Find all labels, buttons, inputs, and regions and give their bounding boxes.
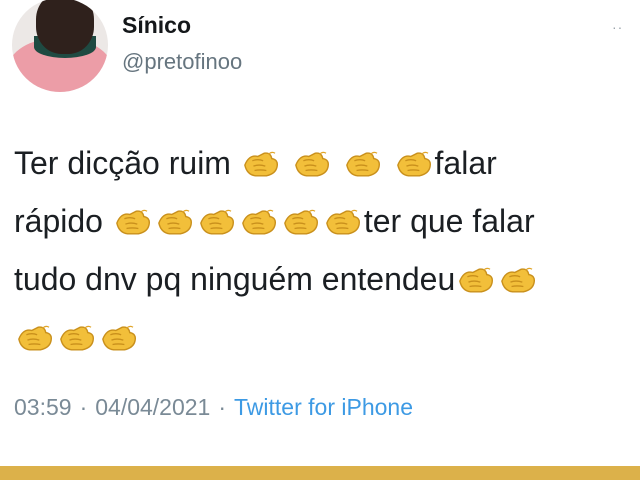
clapping-hands-icon	[114, 208, 152, 236]
clapping-hands-icon	[240, 208, 278, 236]
clapping-hands-icon	[344, 150, 382, 178]
clapping-hands-icon	[198, 208, 236, 236]
clapping-hands-icon	[58, 324, 96, 352]
more-options-icon[interactable]: ··	[612, 20, 636, 34]
clapping-hands-icon	[100, 324, 138, 352]
tweet-text: Ter dicção ruim falar rápido ter que fal…	[14, 134, 630, 366]
clapping-hands-icon	[457, 266, 495, 294]
clapping-hands-icon	[499, 266, 537, 294]
tweet-line-4	[14, 308, 630, 366]
clapping-hands-icon	[324, 208, 362, 236]
user-handle[interactable]: @pretofinoo	[122, 49, 242, 75]
avatar[interactable]	[12, 0, 108, 92]
tweet-text-segment: falar	[434, 145, 497, 181]
tweet-card: Sínico @pretofinoo ·· Ter dicção ruim fa…	[0, 0, 640, 480]
clapping-hands-icon	[16, 324, 54, 352]
tweet-date[interactable]: 04/04/2021	[95, 394, 210, 420]
meta-separator: ·	[79, 394, 88, 420]
meta-separator: ·	[218, 394, 227, 420]
tweet-metadata: 03:59 · 04/04/2021 · Twitter for iPhone	[14, 394, 413, 421]
tweet-text-segment: tudo dnv pq ninguém entendeu	[14, 261, 456, 297]
tweet-text-segment: rápido	[14, 203, 103, 239]
bottom-accent-bar	[0, 466, 640, 480]
tweet-line-2: rápido ter que falar	[14, 192, 630, 250]
clapping-hands-icon	[242, 150, 280, 178]
display-name[interactable]: Sínico	[122, 12, 191, 39]
clapping-hands-icon	[282, 208, 320, 236]
tweet-text-segment: Ter dicção ruim	[14, 145, 231, 181]
tweet-time[interactable]: 03:59	[14, 394, 72, 420]
clapping-hands-icon	[156, 208, 194, 236]
tweet-line-1: Ter dicção ruim falar	[14, 134, 630, 192]
clapping-hands-icon	[293, 150, 331, 178]
avatar-neck	[36, 0, 94, 54]
clapping-hands-icon	[395, 150, 433, 178]
tweet-source-link[interactable]: Twitter for iPhone	[234, 394, 413, 420]
tweet-text-segment: ter que falar	[363, 203, 535, 239]
tweet-line-3: tudo dnv pq ninguém entendeu	[14, 250, 630, 308]
